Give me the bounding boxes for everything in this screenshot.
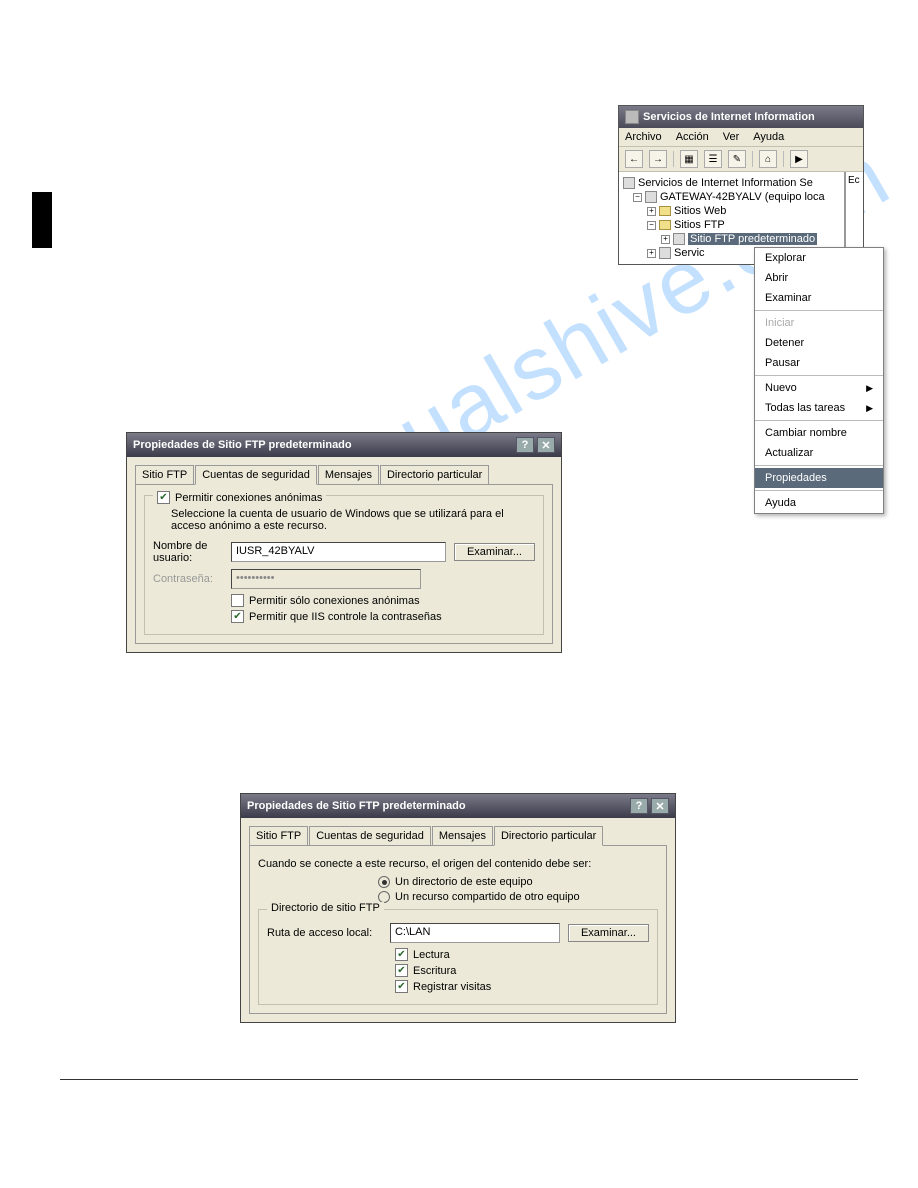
label-share: Un recurso compartido de otro equipo bbox=[395, 891, 580, 903]
browse-button[interactable]: Examinar... bbox=[454, 543, 535, 561]
intro-text: Cuando se conecte a este recurso, el ori… bbox=[258, 858, 658, 870]
ctx-abrir[interactable]: Abrir bbox=[755, 268, 883, 288]
info-text: Seleccione la cuenta de usuario de Windo… bbox=[153, 508, 535, 532]
radio-local-directory[interactable] bbox=[378, 876, 390, 888]
tab-panel: ✔ Permitir conexiones anónimas Seleccion… bbox=[135, 484, 553, 644]
tree-sitios-web[interactable]: + Sitios Web bbox=[621, 204, 842, 218]
tab-directorio-particular[interactable]: Directorio particular bbox=[494, 826, 603, 846]
tab-sitio-ftp[interactable]: Sitio FTP bbox=[249, 826, 308, 845]
tab-strip: Sitio FTP Cuentas de seguridad Mensajes … bbox=[127, 457, 561, 484]
label-username: Nombre de usuario: bbox=[153, 540, 223, 564]
label-write: Escritura bbox=[413, 965, 456, 977]
list-button[interactable]: ☰ bbox=[704, 150, 722, 168]
password-input: •••••••••• bbox=[231, 569, 421, 589]
expand-icon[interactable]: + bbox=[661, 235, 670, 244]
tab-cuentas-seguridad[interactable]: Cuentas de seguridad bbox=[195, 465, 317, 485]
label-log: Registrar visitas bbox=[413, 981, 491, 993]
forward-button[interactable]: → bbox=[649, 150, 667, 168]
label-iis-control: Permitir que IIS controle la contraseñas bbox=[249, 611, 442, 623]
close-button[interactable]: ✕ bbox=[651, 798, 669, 814]
iis-title-bar: Servicios de Internet Information bbox=[619, 106, 863, 128]
dialog-title-bar: Propiedades de Sitio FTP predeterminado … bbox=[127, 433, 561, 457]
checkbox-only-anonymous[interactable] bbox=[231, 594, 244, 607]
computer-button[interactable]: ⌂ bbox=[759, 150, 777, 168]
tab-panel: Cuando se conecte a este recurso, el ori… bbox=[249, 845, 667, 1014]
iis-toolbar: ← → ▦ ☰ ✎ ⌂ ▶ bbox=[619, 147, 863, 172]
tree-root[interactable]: Servicios de Internet Information Se bbox=[621, 176, 842, 190]
menu-ayuda[interactable]: Ayuda bbox=[753, 131, 784, 143]
ctx-iniciar: Iniciar bbox=[755, 313, 883, 333]
ctx-nuevo[interactable]: Nuevo▶ bbox=[755, 378, 883, 398]
username-input[interactable]: IUSR_42BYALV bbox=[231, 542, 446, 562]
folder-icon bbox=[659, 220, 671, 230]
checkbox-write[interactable]: ✔ bbox=[395, 964, 408, 977]
chevron-right-icon: ▶ bbox=[866, 403, 873, 414]
computer-icon bbox=[645, 191, 657, 203]
ctx-actualizar[interactable]: Actualizar bbox=[755, 443, 883, 463]
checkbox-read[interactable]: ✔ bbox=[395, 948, 408, 961]
group-title: Directorio de sitio FTP bbox=[267, 902, 384, 914]
tab-mensajes[interactable]: Mensajes bbox=[318, 465, 379, 484]
help-button[interactable]: ? bbox=[516, 437, 534, 453]
page-side-tab bbox=[32, 192, 52, 248]
folder-icon bbox=[659, 206, 671, 216]
server-icon bbox=[623, 177, 635, 189]
back-button[interactable]: ← bbox=[625, 150, 643, 168]
label-local-directory: Un directorio de este equipo bbox=[395, 876, 533, 888]
tree-sitios-ftp[interactable]: − Sitios FTP bbox=[621, 218, 842, 232]
ctx-ayuda[interactable]: Ayuda bbox=[755, 493, 883, 513]
checkbox-allow-anonymous[interactable]: ✔ bbox=[157, 491, 170, 504]
ftp-properties-dialog-directory: Propiedades de Sitio FTP predeterminado … bbox=[240, 793, 676, 1023]
ctx-propiedades[interactable]: Propiedades bbox=[755, 468, 883, 488]
ctx-cambiar-nombre[interactable]: Cambiar nombre bbox=[755, 423, 883, 443]
app-icon bbox=[625, 110, 639, 124]
ctx-examinar[interactable]: Examinar bbox=[755, 288, 883, 308]
checkbox-log[interactable]: ✔ bbox=[395, 980, 408, 993]
ctx-detener[interactable]: Detener bbox=[755, 333, 883, 353]
tab-directorio-particular[interactable]: Directorio particular bbox=[380, 465, 489, 484]
footer-divider bbox=[60, 1079, 858, 1080]
collapse-icon[interactable]: − bbox=[633, 193, 642, 202]
tree-ftp-default[interactable]: + Sitio FTP predeterminado bbox=[621, 232, 842, 246]
path-input[interactable]: C:\LAN bbox=[390, 923, 560, 943]
browse-button[interactable]: Examinar... bbox=[568, 924, 649, 942]
chevron-right-icon: ▶ bbox=[866, 383, 873, 394]
label-path: Ruta de acceso local: bbox=[267, 927, 382, 939]
menu-ver[interactable]: Ver bbox=[723, 131, 740, 143]
iis-console-window: Servicios de Internet Information Archiv… bbox=[618, 105, 864, 265]
ctx-pausar[interactable]: Pausar bbox=[755, 353, 883, 373]
label-only-anonymous: Permitir sólo conexiones anónimas bbox=[249, 595, 420, 607]
ftp-properties-dialog-security: Propiedades de Sitio FTP predeterminado … bbox=[126, 432, 562, 653]
label-read: Lectura bbox=[413, 949, 450, 961]
dialog-title-bar: Propiedades de Sitio FTP predeterminado … bbox=[241, 794, 675, 818]
close-button[interactable]: ✕ bbox=[537, 437, 555, 453]
expand-icon[interactable]: + bbox=[647, 249, 656, 258]
iis-menubar[interactable]: Archivo Acción Ver Ayuda bbox=[619, 128, 863, 147]
context-menu[interactable]: Explorar Abrir Examinar Iniciar Detener … bbox=[754, 247, 884, 514]
iis-title-text: Servicios de Internet Information bbox=[643, 111, 815, 123]
menu-accion[interactable]: Acción bbox=[676, 131, 709, 143]
grid-button[interactable]: ▦ bbox=[680, 150, 698, 168]
expand-icon[interactable]: + bbox=[647, 207, 656, 216]
tab-cuentas-seguridad[interactable]: Cuentas de seguridad bbox=[309, 826, 431, 845]
ftp-site-icon bbox=[673, 233, 685, 245]
tab-strip: Sitio FTP Cuentas de seguridad Mensajes … bbox=[241, 818, 675, 845]
tab-sitio-ftp[interactable]: Sitio FTP bbox=[135, 465, 194, 484]
label-allow-anonymous: Permitir conexiones anónimas bbox=[175, 492, 322, 504]
service-icon bbox=[659, 247, 671, 259]
collapse-icon[interactable]: − bbox=[647, 221, 656, 230]
ctx-explorar[interactable]: Explorar bbox=[755, 248, 883, 268]
tab-mensajes[interactable]: Mensajes bbox=[432, 826, 493, 845]
play-button[interactable]: ▶ bbox=[790, 150, 808, 168]
prop-button[interactable]: ✎ bbox=[728, 150, 746, 168]
ctx-todas-tareas[interactable]: Todas las tareas▶ bbox=[755, 398, 883, 418]
help-button[interactable]: ? bbox=[630, 798, 648, 814]
checkbox-iis-control[interactable]: ✔ bbox=[231, 610, 244, 623]
menu-archivo[interactable]: Archivo bbox=[625, 131, 662, 143]
label-password: Contraseña: bbox=[153, 573, 223, 585]
tree-computer[interactable]: − GATEWAY-42BYALV (equipo loca bbox=[621, 190, 842, 204]
